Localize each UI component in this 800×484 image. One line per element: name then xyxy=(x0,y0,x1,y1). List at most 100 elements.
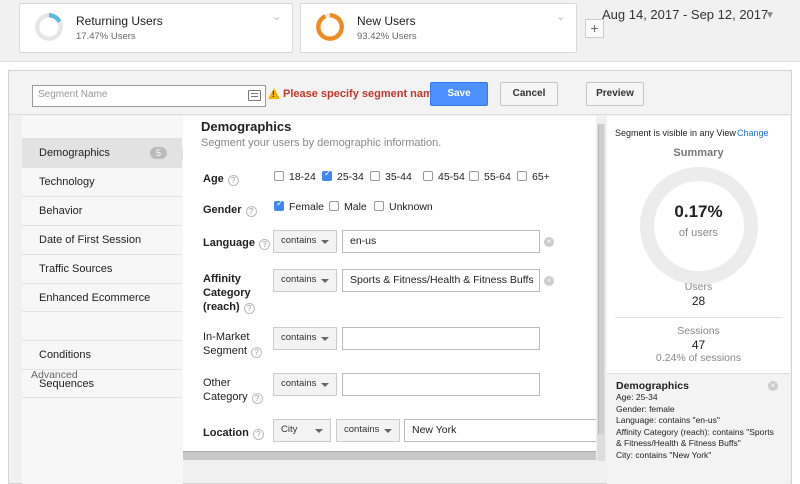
checkbox-box[interactable] xyxy=(469,171,479,181)
close-icon[interactable]: × xyxy=(768,381,778,391)
description-line: Language: contains "en-us" xyxy=(616,415,720,425)
segment-description: Demographics × Age: 25-34 Gender: female… xyxy=(607,373,790,484)
sidebar-item-behavior[interactable]: Behavior xyxy=(22,196,182,225)
help-icon[interactable]: ? xyxy=(258,239,270,250)
age-checkbox-25-34[interactable]: 25-34 xyxy=(322,169,364,183)
horizontal-scrollbar[interactable] xyxy=(183,451,596,460)
summary-percent: 0.17% xyxy=(674,202,723,221)
age-checkbox-35-44[interactable]: 35-44 xyxy=(370,171,412,183)
summary-percent-label: of users xyxy=(678,227,719,239)
help-icon[interactable]: ? xyxy=(251,347,263,358)
field-label-text: Segment xyxy=(203,345,248,357)
select-value: contains xyxy=(281,274,317,285)
sessions-value: 47 xyxy=(691,338,706,352)
sidebar-item-label: Date of First Session xyxy=(39,234,142,246)
other-category-input[interactable] xyxy=(342,373,540,396)
sidebar-item-sequences[interactable]: Sequences xyxy=(22,369,182,398)
chevron-down-icon[interactable]: ⌄ xyxy=(556,10,566,23)
description-line: Gender: female xyxy=(616,403,675,414)
preview-button[interactable]: Preview xyxy=(586,82,644,106)
checkbox-box[interactable] xyxy=(329,201,339,211)
select-value: contains xyxy=(281,332,317,343)
help-icon[interactable]: ? xyxy=(251,393,263,404)
sidebar-item-enhanced-ecommerce[interactable]: Enhanced Ecommerce xyxy=(22,283,182,312)
in-market-operator-select[interactable]: contains xyxy=(273,327,337,350)
date-range-picker[interactable]: Aug 14, 2017 - Sep 12, 2017 xyxy=(602,7,768,22)
affinity-category-label: Affinity Category (reach)? xyxy=(203,272,255,314)
segment-subtitle: 93.42% Users xyxy=(357,31,417,42)
warning-message: Please specify segment name xyxy=(283,88,439,100)
age-label: Age? xyxy=(203,172,239,186)
language-label: Language? xyxy=(203,236,270,250)
age-checkbox-55-64[interactable]: 55-64 xyxy=(469,171,511,183)
clear-icon[interactable]: × xyxy=(544,237,554,247)
checkbox-label: 18-24 xyxy=(289,171,316,183)
checkbox-box[interactable] xyxy=(274,171,284,181)
language-input[interactable]: en-us xyxy=(342,230,540,253)
help-icon[interactable]: ? xyxy=(227,175,239,186)
in-market-segment-label: In-Market Segment? xyxy=(203,330,263,358)
segment-name-input[interactable]: Segment Name xyxy=(32,85,266,107)
help-icon[interactable]: ? xyxy=(243,303,255,314)
checkbox-box[interactable] xyxy=(517,171,527,181)
caret-down-icon xyxy=(315,429,323,433)
save-button[interactable]: Save xyxy=(430,82,488,106)
age-checkbox-65-plus[interactable]: 65+ xyxy=(517,171,550,183)
caret-down-icon xyxy=(321,383,329,387)
warning-icon xyxy=(268,88,280,99)
select-value: contains xyxy=(281,235,317,246)
language-operator-select[interactable]: contains xyxy=(273,230,337,253)
cancel-button[interactable]: Cancel xyxy=(500,82,558,106)
segment-editor-header: Segment Name Please specify segment name… xyxy=(9,71,791,115)
other-category-label: Other Category? xyxy=(203,376,263,404)
help-icon[interactable]: ? xyxy=(245,206,257,217)
sessions-label: Sessions xyxy=(677,325,720,337)
checkbox-box[interactable] xyxy=(370,171,380,181)
checkbox-label: Female xyxy=(289,201,325,213)
checkbox-label: 25-34 xyxy=(337,171,364,183)
sidebar-item-label: Sequences xyxy=(39,378,95,390)
segment-bar: Returning Users 17.47% Users ⌄ New Users… xyxy=(0,0,800,62)
location-input[interactable]: New York xyxy=(404,419,596,442)
sidebar-item-date-of-first-session[interactable]: Date of First Session xyxy=(22,225,182,254)
affinity-input[interactable]: Sports & Fitness/Health & Fitness Buffs xyxy=(342,269,540,292)
checkbox-box[interactable] xyxy=(374,201,384,211)
sidebar-item-traffic-sources[interactable]: Traffic Sources xyxy=(22,254,182,283)
gender-checkbox-female[interactable]: Female xyxy=(274,199,325,213)
field-label-text: Gender xyxy=(203,204,242,216)
chevron-down-icon[interactable]: ▼ xyxy=(765,10,775,21)
checkbox-label: 45-54 xyxy=(438,171,465,183)
sidebar-item-conditions[interactable]: Conditions xyxy=(22,340,182,369)
checkbox-box[interactable] xyxy=(322,169,332,181)
sidebar-item-demographics[interactable]: Demographics 5 xyxy=(22,138,189,167)
affinity-operator-select[interactable]: contains xyxy=(273,269,337,292)
gender-checkbox-unknown[interactable]: Unknown xyxy=(374,201,433,213)
chevron-down-icon[interactable]: ⌄ xyxy=(272,10,282,23)
vertical-scrollbar-thumb[interactable] xyxy=(598,124,604,434)
segment-card-returning-users[interactable]: Returning Users 17.47% Users ⌄ xyxy=(19,3,293,53)
segment-name: New Users xyxy=(357,14,416,28)
caret-down-icon xyxy=(321,337,329,341)
checkbox-box[interactable] xyxy=(274,199,284,211)
users-value: 28 xyxy=(691,294,706,308)
list-icon[interactable] xyxy=(248,90,261,101)
gender-checkbox-male[interactable]: Male xyxy=(329,201,367,213)
sidebar-item-technology[interactable]: Technology xyxy=(22,167,182,196)
sidebar: Demographics 5 Technology Behavior Date … xyxy=(22,116,189,484)
segment-editor: Segment Name Please specify segment name… xyxy=(8,70,792,484)
sidebar-item-label: Traffic Sources xyxy=(39,263,113,275)
location-field-select[interactable]: City xyxy=(273,419,331,442)
checkbox-box[interactable] xyxy=(423,171,433,181)
clear-icon[interactable]: × xyxy=(544,276,554,286)
sessions-percent: 0.24% of sessions xyxy=(655,352,742,364)
location-operator-select[interactable]: contains xyxy=(336,419,400,442)
segment-card-new-users[interactable]: New Users 93.42% Users ⌄ xyxy=(300,3,577,53)
help-icon[interactable]: ? xyxy=(252,429,264,440)
divider xyxy=(615,317,782,318)
in-market-input[interactable] xyxy=(342,327,540,350)
age-checkbox-45-54[interactable]: 45-54 xyxy=(423,171,465,183)
other-category-operator-select[interactable]: contains xyxy=(273,373,337,396)
field-label-text: Category xyxy=(203,391,248,403)
age-checkbox-18-24[interactable]: 18-24 xyxy=(274,171,316,183)
change-visibility-link[interactable]: Change xyxy=(737,128,769,138)
